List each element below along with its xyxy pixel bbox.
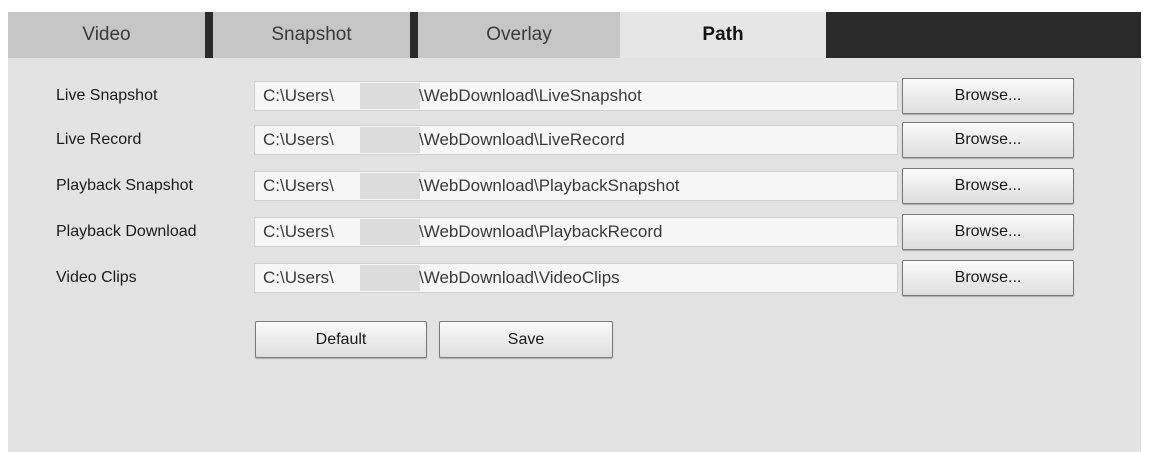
redacted-username (360, 219, 420, 245)
live-record-browse-button[interactable]: Browse... (902, 122, 1074, 158)
tab-label: Path (702, 24, 744, 45)
playback-snapshot-label: Playback Snapshot (56, 177, 193, 194)
redacted-username (360, 127, 420, 153)
path-prefix: C:\Users\ (263, 268, 334, 287)
save-button[interactable]: Save (439, 321, 613, 358)
video-clips-label: Video Clips (56, 269, 137, 286)
path-suffix: \WebDownload\PlaybackRecord (419, 222, 663, 241)
playback-download-path-field[interactable]: C:\Users\ \WebDownload\PlaybackRecord (254, 217, 898, 247)
path-settings-panel: Live Snapshot C:\Users\ \WebDownload\Liv… (8, 58, 1141, 452)
live-record-label: Live Record (56, 131, 142, 148)
video-clips-browse-button[interactable]: Browse... (902, 260, 1074, 296)
redacted-username (360, 265, 420, 291)
tab-label: Video (82, 24, 131, 45)
tab-bar: Video Snapshot Overlay Path (8, 12, 1141, 58)
tab-label: Overlay (486, 24, 552, 45)
video-clips-path-field[interactable]: C:\Users\ \WebDownload\VideoClips (254, 263, 898, 293)
live-snapshot-browse-button[interactable]: Browse... (902, 78, 1074, 114)
path-suffix: \WebDownload\VideoClips (419, 268, 620, 287)
tab-path[interactable]: Path (620, 12, 826, 58)
path-prefix: C:\Users\ (263, 176, 334, 195)
tab-video[interactable]: Video (8, 12, 205, 58)
playback-snapshot-browse-button[interactable]: Browse... (902, 168, 1074, 204)
tab-snapshot[interactable]: Snapshot (213, 12, 410, 58)
playback-download-browse-button[interactable]: Browse... (902, 214, 1074, 250)
path-prefix: C:\Users\ (263, 86, 334, 105)
live-snapshot-label: Live Snapshot (56, 87, 158, 104)
tab-overlay[interactable]: Overlay (418, 12, 620, 58)
path-suffix: \WebDownload\LiveRecord (419, 130, 625, 149)
path-suffix: \WebDownload\LiveSnapshot (419, 86, 642, 105)
path-prefix: C:\Users\ (263, 130, 334, 149)
redacted-username (360, 173, 420, 199)
path-prefix: C:\Users\ (263, 222, 334, 241)
redacted-username (360, 83, 420, 109)
live-record-path-field[interactable]: C:\Users\ \WebDownload\LiveRecord (254, 125, 898, 155)
path-suffix: \WebDownload\PlaybackSnapshot (419, 176, 680, 195)
live-snapshot-path-field[interactable]: C:\Users\ \WebDownload\LiveSnapshot (254, 81, 898, 111)
playback-download-label: Playback Download (56, 223, 197, 240)
playback-snapshot-path-field[interactable]: C:\Users\ \WebDownload\PlaybackSnapshot (254, 171, 898, 201)
tab-label: Snapshot (271, 24, 352, 45)
default-button[interactable]: Default (255, 321, 427, 358)
